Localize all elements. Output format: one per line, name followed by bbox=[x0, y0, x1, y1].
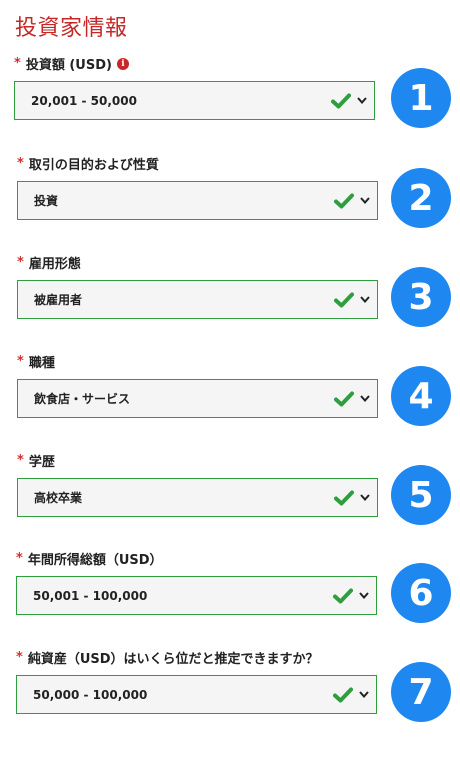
employment-status-select[interactable]: 被雇用者 bbox=[17, 280, 378, 319]
select-value: 投資 bbox=[34, 194, 59, 208]
required-mark: * bbox=[14, 56, 21, 71]
annual-income-select[interactable]: 50,001 - 100,000 bbox=[16, 576, 377, 615]
required-mark: * bbox=[17, 255, 24, 270]
trading-purpose-select[interactable]: 投資 bbox=[17, 181, 378, 220]
field-label: * 投資額 (USD) i bbox=[14, 54, 129, 73]
required-mark: * bbox=[16, 650, 23, 665]
investment-amount-select[interactable]: 20,001 - 50,000 bbox=[14, 81, 375, 120]
field-education: * 学歴 高校卒業 5 bbox=[17, 451, 460, 541]
check-icon bbox=[334, 490, 354, 505]
chevron-down-icon bbox=[359, 592, 369, 599]
check-icon bbox=[334, 193, 354, 208]
select-value: 高校卒業 bbox=[34, 491, 83, 505]
field-label: * 年間所得総額（USD） bbox=[16, 549, 163, 568]
step-badge: 7 bbox=[391, 662, 451, 722]
field-label: * 雇用形態 bbox=[17, 253, 81, 272]
check-icon bbox=[334, 292, 354, 307]
field-label-text: 年間所得総額（USD） bbox=[27, 553, 163, 568]
field-label: * 学歴 bbox=[17, 451, 55, 470]
page-title: 投資家情報 bbox=[15, 16, 128, 41]
step-badge: 2 bbox=[391, 168, 451, 228]
field-label-text: 職種 bbox=[28, 356, 55, 371]
field-label-text: 取引の目的および性質 bbox=[28, 158, 159, 173]
field-label-text: 学歴 bbox=[28, 455, 55, 470]
check-icon bbox=[333, 687, 353, 702]
select-value: 50,001 - 100,000 bbox=[33, 588, 148, 603]
required-mark: * bbox=[17, 453, 24, 468]
step-badge: 3 bbox=[391, 267, 451, 327]
field-investment-amount: * 投資額 (USD) i 20,001 - 50,000 1 bbox=[14, 54, 460, 144]
chevron-down-icon bbox=[360, 197, 370, 204]
step-badge: 1 bbox=[391, 68, 451, 128]
chevron-down-icon bbox=[360, 395, 370, 402]
select-value: 50,000 - 100,000 bbox=[33, 687, 148, 702]
field-label-text: 純資産（USD）はいくら位だと推定できますか？ bbox=[27, 652, 319, 667]
check-icon bbox=[331, 93, 351, 108]
required-mark: * bbox=[17, 354, 24, 369]
step-badge: 5 bbox=[391, 465, 451, 525]
field-label: * 職種 bbox=[17, 352, 55, 371]
field-annual-income: * 年間所得総額（USD） 50,001 - 100,000 6 bbox=[16, 549, 460, 639]
occupation-select[interactable]: 飲食店・サービス bbox=[17, 379, 378, 418]
field-occupation: * 職種 飲食店・サービス 4 bbox=[17, 352, 460, 442]
education-select[interactable]: 高校卒業 bbox=[17, 478, 378, 517]
info-icon[interactable]: i bbox=[116, 57, 129, 70]
field-trading-purpose: * 取引の目的および性質 投資 2 bbox=[17, 154, 460, 244]
chevron-down-icon bbox=[357, 97, 367, 104]
field-label-text: 雇用形態 bbox=[28, 257, 81, 272]
select-value: 被雇用者 bbox=[34, 293, 83, 307]
required-mark: * bbox=[16, 551, 23, 566]
field-employment-status: * 雇用形態 被雇用者 3 bbox=[17, 253, 460, 343]
field-net-worth: * 純資産（USD）はいくら位だと推定できますか？ 50,000 - 100,0… bbox=[16, 648, 460, 738]
check-icon bbox=[333, 588, 353, 603]
select-value: 飲食店・サービス bbox=[34, 392, 131, 406]
chevron-down-icon bbox=[360, 296, 370, 303]
check-icon bbox=[334, 391, 354, 406]
step-badge: 6 bbox=[391, 563, 451, 623]
field-label: * 取引の目的および性質 bbox=[17, 154, 159, 173]
field-label-text: 投資額 (USD) bbox=[25, 58, 112, 73]
step-badge: 4 bbox=[391, 366, 451, 426]
required-mark: * bbox=[17, 156, 24, 171]
field-label: * 純資産（USD）はいくら位だと推定できますか？ bbox=[16, 648, 319, 667]
select-value: 20,001 - 50,000 bbox=[31, 93, 137, 108]
chevron-down-icon bbox=[360, 494, 370, 501]
chevron-down-icon bbox=[359, 691, 369, 698]
net-worth-select[interactable]: 50,000 - 100,000 bbox=[16, 675, 377, 714]
